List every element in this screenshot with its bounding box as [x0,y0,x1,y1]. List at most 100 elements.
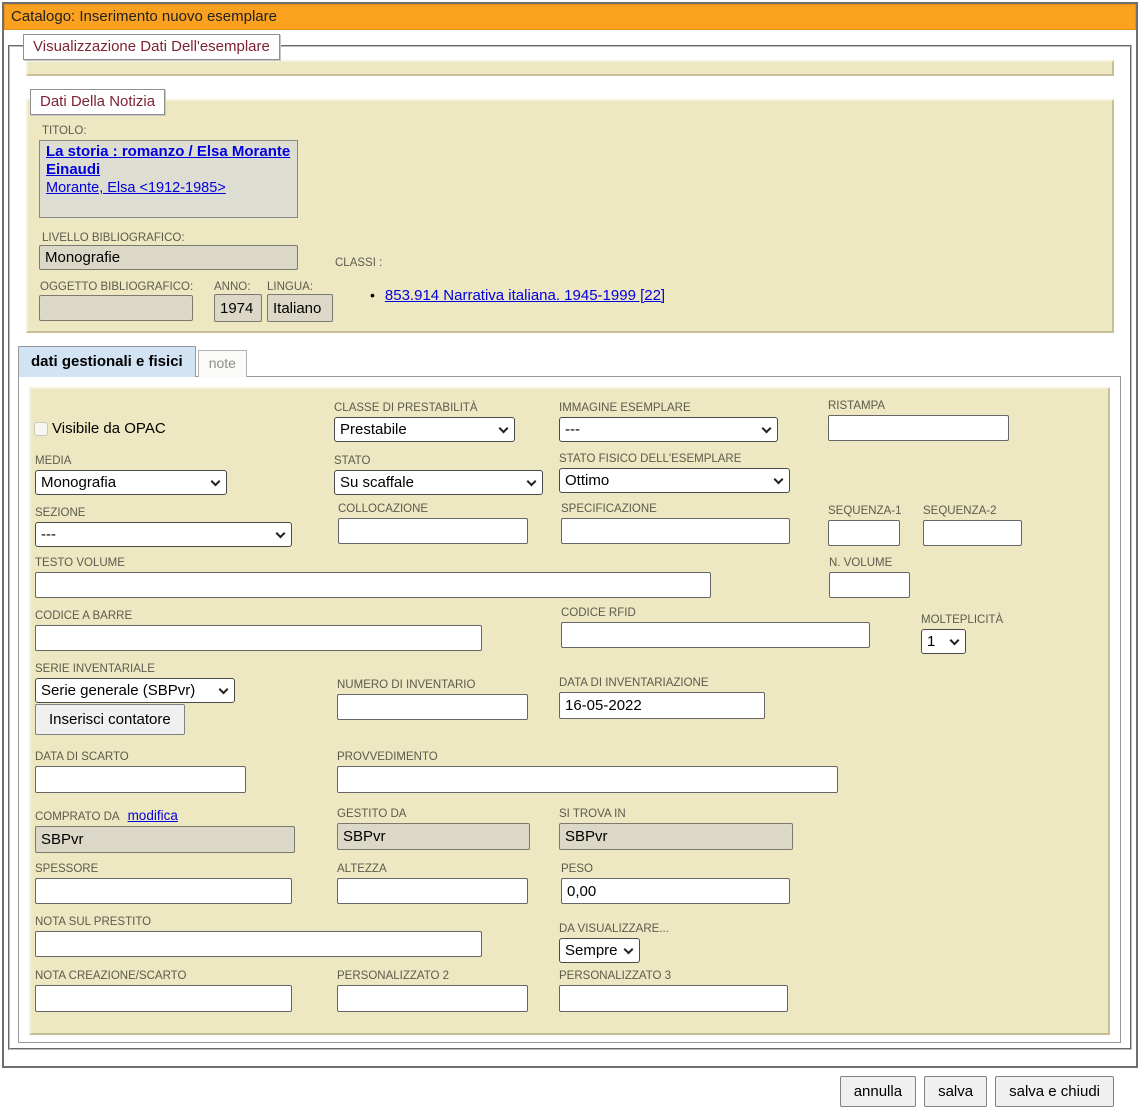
personalizzato3-input[interactable] [559,985,788,1012]
app-window: Catalogo: Inserimento nuovo esemplare Vi… [2,2,1138,1068]
classe-link[interactable]: 853.914 Narrativa italiana. 1945-1999 [2… [385,287,665,304]
ristampa-label: RISTAMPA [828,400,1009,413]
comprato-da-input[interactable] [35,826,295,853]
personalizzato2-label: PERSONALIZZATO 2 [337,970,528,983]
collocazione-label: COLLOCAZIONE [338,503,528,516]
collocazione-group: COLLOCAZIONE [338,503,528,544]
livello-input[interactable] [39,245,298,270]
peso-group: PESO [561,863,790,904]
sezione-select[interactable]: --- [35,522,292,547]
stato-fisico-select[interactable]: Ottimo [559,468,790,493]
classi-label: CLASSI : [335,257,382,270]
sequenza1-input[interactable] [828,520,900,546]
personalizzato2-input[interactable] [337,985,528,1012]
data-inventariazione-input[interactable] [559,692,765,719]
collocazione-input[interactable] [338,518,528,544]
oggetto-label: OGGETTO BIBLIOGRAFICO: [40,281,193,294]
stato-fisico-group: STATO FISICO DELL'ESEMPLARE Ottimo [559,453,790,493]
nota-creazione-label: NOTA CREAZIONE/SCARTO [35,970,292,983]
si-trova-in-label: SI TROVA IN [559,808,793,821]
si-trova-in-input[interactable] [559,823,793,850]
specificazione-label: SPECIFICAZIONE [561,503,790,516]
classi-list-item: • 853.914 Narrativa italiana. 1945-1999 [… [370,287,665,304]
testo-volume-input[interactable] [35,572,711,598]
salva-button[interactable]: salva [924,1076,987,1107]
immagine-esemplare-label: IMMAGINE ESEMPLARE [559,402,778,415]
personalizzato2-group: PERSONALIZZATO 2 [337,970,528,1012]
si-trova-in-group: SI TROVA IN [559,808,793,850]
n-volume-input[interactable] [829,572,910,598]
comprato-da-label: COMPRATO DA [35,811,120,824]
da-visualizzare-select[interactable]: Sempre [559,938,640,963]
esemplare-fieldset-legend: Visualizzazione Dati Dell'esemplare [23,34,280,60]
personalizzato3-label: PERSONALIZZATO 3 [559,970,788,983]
visibile-opac-checkbox[interactable] [34,422,48,436]
molteplicita-group: MOLTEPLICITÀ 1 [921,614,1003,654]
modifica-link[interactable]: modifica [128,808,178,823]
titolo-link-1[interactable]: La storia : romanzo / Elsa Morante [46,143,291,161]
annulla-button[interactable]: annulla [840,1076,916,1107]
sequenza1-group: SEQUENZA-1 [828,505,900,546]
da-visualizzare-group: DA VISUALIZZARE... Sempre [559,923,669,963]
codice-a-barre-input[interactable] [35,625,482,651]
classe-prestabilita-group: CLASSE DI PRESTABILITÀ Prestabile [334,402,515,442]
anno-input[interactable] [214,294,262,322]
gestito-da-input[interactable] [337,823,530,850]
immagine-esemplare-select[interactable]: --- [559,417,778,442]
molteplicita-select[interactable]: 1 [921,629,966,654]
bullet-icon: • [370,287,375,303]
peso-label: PESO [561,863,790,876]
inserisci-contatore-button[interactable]: Inserisci contatore [35,704,185,735]
tab-bar: dati gestionali e fisici note [18,345,1121,376]
nota-prestito-label: NOTA SUL PRESTITO [35,916,482,929]
sequenza2-group: SEQUENZA-2 [923,505,1022,546]
titolo-link-2[interactable]: Einaudi [46,161,291,179]
lingua-input[interactable] [267,294,333,322]
numero-inventario-label: NUMERO DI INVENTARIO [337,679,528,692]
spessore-input[interactable] [35,878,292,904]
stato-label: STATO [334,455,543,468]
data-scarto-input[interactable] [35,766,246,793]
titolo-autore-link[interactable]: Morante, Elsa <1912-1985> [46,179,291,197]
nota-creazione-input[interactable] [35,985,292,1012]
ristampa-group: RISTAMPA [828,400,1009,441]
specificazione-input[interactable] [561,518,790,544]
sezione-group: SEZIONE --- [35,507,292,547]
codice-rfid-input[interactable] [561,622,870,648]
tab-note[interactable]: note [198,350,247,377]
comprato-da-group: COMPRATO DA modifica [35,808,295,853]
altezza-input[interactable] [337,878,528,904]
visibile-opac-label: Visibile da OPAC [52,420,166,437]
oggetto-input[interactable] [39,295,193,321]
media-select[interactable]: Monografia [35,470,227,495]
nota-prestito-input[interactable] [35,931,482,957]
serie-inventariale-label: SERIE INVENTARIALE [35,663,235,676]
classe-prestabilita-label: CLASSE DI PRESTABILITÀ [334,402,515,415]
top-strip [26,60,1114,76]
titolo-box: La storia : romanzo / Elsa Morante Einau… [39,140,298,218]
serie-inventariale-select[interactable]: Serie generale (SBPvr) [35,678,235,703]
numero-inventario-input[interactable] [337,694,528,720]
tab-dati-gestionali[interactable]: dati gestionali e fisici [18,346,196,377]
n-volume-label: N. VOLUME [829,557,910,570]
sequenza2-label: SEQUENZA-2 [923,505,1022,518]
testo-volume-label: TESTO VOLUME [35,557,711,570]
classe-prestabilita-select[interactable]: Prestabile [334,417,515,442]
spessore-group: SPESSORE [35,863,292,904]
codice-rfid-group: CODICE RFID [561,607,870,648]
stato-fisico-label: STATO FISICO DELL'ESEMPLARE [559,453,790,466]
molteplicita-label: MOLTEPLICITÀ [921,614,1003,627]
codice-a-barre-group: CODICE A BARRE [35,610,482,651]
peso-input[interactable] [561,878,790,904]
stato-select[interactable]: Su scaffale [334,470,543,495]
tab-content: Visibile da OPAC CLASSE DI PRESTABILITÀ … [18,376,1121,1043]
nota-prestito-group: NOTA SUL PRESTITO [35,916,482,957]
serie-inventariale-group: SERIE INVENTARIALE Serie generale (SBPvr… [35,663,235,703]
codice-a-barre-label: CODICE A BARRE [35,610,482,623]
gestito-da-label: GESTITO DA [337,808,530,821]
salva-e-chiudi-button[interactable]: salva e chiudi [995,1076,1114,1107]
sequenza2-input[interactable] [923,520,1022,546]
provvedimento-input[interactable] [337,766,838,793]
dati-notizia-panel: Dati Della Notizia TITOLO: La storia : r… [26,99,1114,333]
ristampa-input[interactable] [828,415,1009,441]
